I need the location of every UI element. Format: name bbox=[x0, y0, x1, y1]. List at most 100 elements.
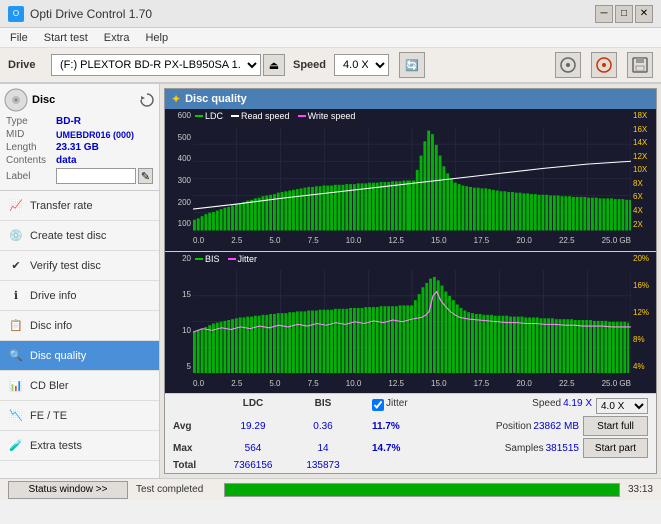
disc-burn-button[interactable] bbox=[591, 52, 617, 78]
stats-total-bis: 135873 bbox=[288, 460, 358, 471]
nav-disc-info-label: Disc info bbox=[30, 320, 72, 332]
nav-cd-bler-label: CD Bler bbox=[30, 380, 69, 392]
refresh-button[interactable]: 🔄 bbox=[399, 52, 425, 78]
bottom-chart: BIS Jitter 20 15 10 5 bbox=[165, 252, 656, 394]
sidebar: Disc Type BD-R MID UMEBDR016 (000) Lengt… bbox=[0, 84, 160, 478]
chart-header: ✦ Disc quality bbox=[165, 89, 656, 109]
x-label-12-5: 12.5 bbox=[388, 236, 404, 245]
bx-label-20: 20.0 bbox=[516, 379, 532, 388]
nav-transfer-rate[interactable]: 📈 Transfer rate bbox=[0, 191, 159, 221]
stats-total-ldc: 7366156 bbox=[218, 460, 288, 471]
bis-legend-label: BIS bbox=[205, 254, 220, 264]
chart-title: Disc quality bbox=[185, 93, 247, 105]
bx-label-17-5: 17.5 bbox=[474, 379, 490, 388]
title-bar-left: O Opti Drive Control 1.70 bbox=[8, 6, 152, 22]
read-speed-legend: Read speed bbox=[231, 111, 290, 121]
jitter-header-label: Jitter bbox=[386, 398, 408, 414]
x-label-7-5: 7.5 bbox=[308, 236, 319, 245]
read-speed-legend-dot bbox=[231, 115, 239, 117]
nav-cd-bler[interactable]: 📊 CD Bler bbox=[0, 371, 159, 401]
disc-info-icon: 📋 bbox=[8, 318, 24, 334]
menu-help[interactable]: Help bbox=[139, 30, 174, 46]
disc-mid-label: MID bbox=[6, 129, 56, 140]
time-display: 33:13 bbox=[628, 484, 653, 495]
disc-mid-row: MID UMEBDR016 (000) bbox=[4, 129, 155, 140]
disc-contents-label: Contents bbox=[6, 155, 56, 166]
drive-eject-button[interactable]: ⏏ bbox=[263, 54, 285, 76]
speed-select[interactable]: 4.0 X bbox=[334, 54, 389, 76]
disc-label-label: Label bbox=[6, 171, 56, 182]
app-icon: O bbox=[8, 6, 24, 22]
speed-target-select[interactable]: 4.0 X bbox=[596, 398, 648, 414]
disc-label-row: Label ✎ bbox=[4, 168, 155, 184]
top-chart-y-axis-left: 600 500 400 300 200 100 bbox=[165, 109, 193, 231]
menu-start-test[interactable]: Start test bbox=[38, 30, 94, 46]
disc-contents-value: data bbox=[56, 155, 77, 166]
write-speed-legend-label: Write speed bbox=[308, 111, 356, 121]
write-speed-legend: Write speed bbox=[298, 111, 356, 121]
y-label-2x: 2X bbox=[633, 220, 654, 229]
disc-erase-button[interactable] bbox=[555, 52, 581, 78]
start-part-button[interactable]: Start part bbox=[583, 438, 648, 458]
cd-bler-icon: 📊 bbox=[8, 378, 24, 394]
ldc-legend: LDC bbox=[195, 111, 223, 121]
nav-fe-te[interactable]: 📉 FE / TE bbox=[0, 401, 159, 431]
x-label-15: 15.0 bbox=[431, 236, 447, 245]
maximize-button[interactable]: □ bbox=[615, 5, 633, 23]
status-window-button[interactable]: Status window >> bbox=[8, 481, 128, 499]
y-label-8x: 8X bbox=[633, 179, 654, 188]
disc-quality-icon: 🔍 bbox=[8, 348, 24, 364]
by-label-12pct: 12% bbox=[633, 308, 654, 317]
fe-te-icon: 📉 bbox=[8, 408, 24, 424]
nav-create-test-disc[interactable]: 💿 Create test disc bbox=[0, 221, 159, 251]
stats-max-label: Max bbox=[173, 443, 218, 454]
y-label-100: 100 bbox=[167, 219, 191, 228]
save-button[interactable] bbox=[627, 52, 653, 78]
top-chart-legend: LDC Read speed Write speed bbox=[195, 111, 355, 121]
stats-total-label: Total bbox=[173, 460, 218, 471]
status-bar: Status window >> Test completed 33:13 bbox=[0, 478, 661, 500]
nav-disc-info[interactable]: 📋 Disc info bbox=[0, 311, 159, 341]
top-chart-plot-area bbox=[193, 127, 631, 231]
nav-verify-test-disc[interactable]: ✔ Verify test disc bbox=[0, 251, 159, 281]
menu-extra[interactable]: Extra bbox=[98, 30, 136, 46]
y-label-10x: 10X bbox=[633, 165, 654, 174]
drive-select[interactable]: (F:) PLEXTOR BD-R PX-LB950SA 1.06 bbox=[51, 54, 261, 76]
disc-length-label: Length bbox=[6, 142, 56, 153]
x-label-0: 0.0 bbox=[193, 236, 204, 245]
by-label-8pct: 8% bbox=[633, 335, 654, 344]
nav-disc-quality[interactable]: 🔍 Disc quality bbox=[0, 341, 159, 371]
main-layout: Disc Type BD-R MID UMEBDR016 (000) Lengt… bbox=[0, 84, 661, 478]
bottom-chart-svg bbox=[193, 270, 631, 374]
start-full-button[interactable]: Start full bbox=[583, 416, 648, 436]
bis-legend: BIS bbox=[195, 254, 220, 264]
menu-bar: File Start test Extra Help bbox=[0, 28, 661, 48]
close-button[interactable]: ✕ bbox=[635, 5, 653, 23]
jitter-legend-label: Jitter bbox=[238, 254, 258, 264]
disc-length-value: 23.31 GB bbox=[56, 142, 99, 153]
position-label: Position bbox=[496, 421, 532, 432]
bx-label-2-5: 2.5 bbox=[231, 379, 242, 388]
jitter-legend-dot bbox=[228, 258, 236, 260]
x-label-25-gb: 25.0 GB bbox=[602, 236, 631, 245]
minimize-button[interactable]: ─ bbox=[595, 5, 613, 23]
nav-extra-tests[interactable]: 🧪 Extra tests bbox=[0, 431, 159, 461]
disc-refresh-icon[interactable] bbox=[139, 92, 155, 108]
verify-test-disc-icon: ✔ bbox=[8, 258, 24, 274]
disc-label-input[interactable] bbox=[56, 168, 136, 184]
content-area: ✦ Disc quality LDC Read bbox=[160, 84, 661, 478]
stats-avg-jitter: 11.7% bbox=[372, 421, 422, 432]
bx-label-25-gb: 25.0 GB bbox=[602, 379, 631, 388]
position-value: 23862 MB bbox=[533, 421, 579, 432]
disc-label-edit-button[interactable]: ✎ bbox=[138, 168, 153, 184]
bottom-chart-y-axis-left: 20 15 10 5 bbox=[165, 252, 193, 374]
write-speed-legend-dot bbox=[298, 115, 306, 117]
menu-file[interactable]: File bbox=[4, 30, 34, 46]
x-label-2-5: 2.5 bbox=[231, 236, 242, 245]
bx-label-15: 15.0 bbox=[431, 379, 447, 388]
jitter-checkbox[interactable] bbox=[372, 399, 384, 411]
by-label-20: 20 bbox=[167, 254, 191, 263]
nav-drive-info[interactable]: ℹ Drive info bbox=[0, 281, 159, 311]
x-label-10: 10.0 bbox=[346, 236, 362, 245]
y-label-300: 300 bbox=[167, 176, 191, 185]
